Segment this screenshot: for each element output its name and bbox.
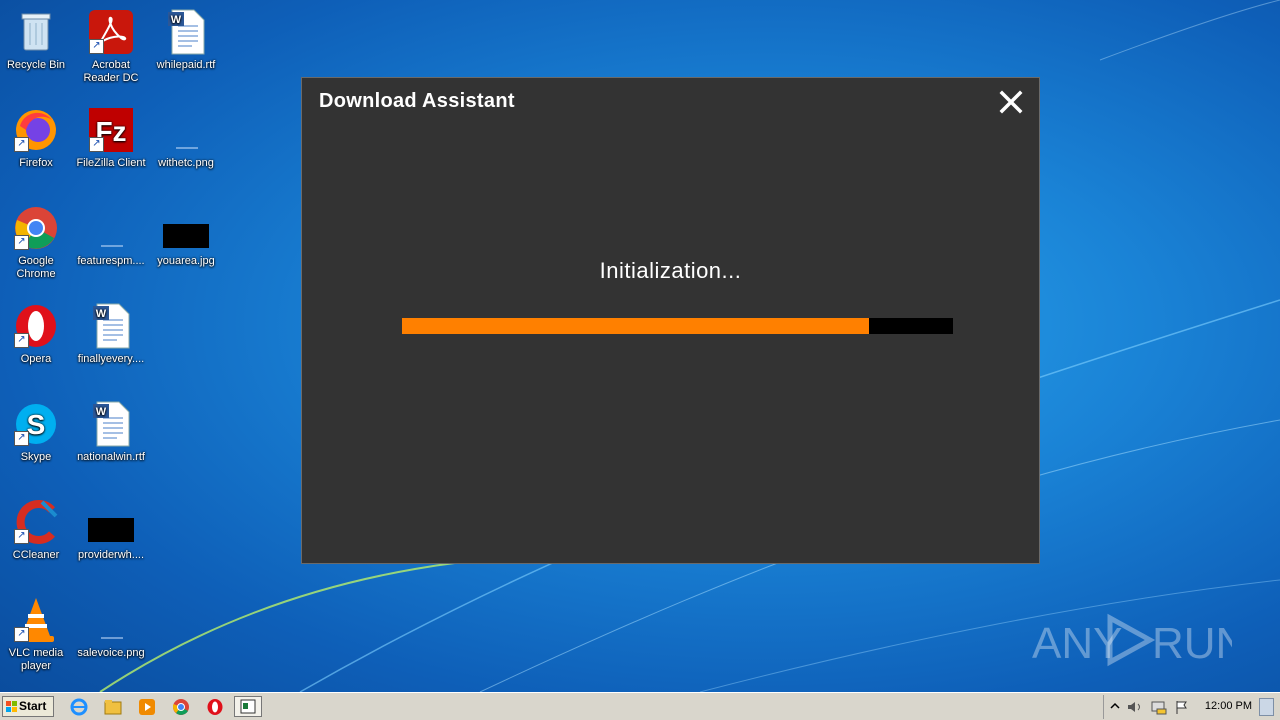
svg-text:W: W — [171, 14, 182, 26]
desktop-icon-salevoice[interactable]: salevoice.png — [76, 596, 146, 660]
image-file-icon — [162, 106, 210, 154]
system-tray: 12:00 PM — [1103, 695, 1280, 719]
media-player-icon[interactable] — [138, 698, 156, 716]
desktop-icon-youarea[interactable]: youarea.jpg — [151, 204, 221, 268]
close-button[interactable] — [999, 90, 1023, 114]
vlc-icon: ↗ — [12, 596, 60, 644]
desktop-icon-withetc[interactable]: withetc.png — [151, 106, 221, 170]
clock[interactable]: 12:00 PM — [1205, 700, 1252, 712]
start-button[interactable]: Start — [2, 696, 54, 717]
show-hidden-icons-icon[interactable] — [1110, 701, 1120, 713]
ccleaner-icon: ↗ — [12, 498, 60, 546]
chrome-taskbar-icon[interactable] — [172, 698, 190, 716]
desktop-icon-recycle-bin[interactable]: Recycle Bin — [1, 8, 71, 72]
desktop-icon-whilepaid[interactable]: W whilepaid.rtf — [151, 8, 221, 72]
progress-bar — [402, 318, 953, 334]
close-icon — [999, 90, 1023, 114]
show-desktop-button[interactable] — [1259, 698, 1274, 716]
taskbar-app-button[interactable] — [234, 696, 262, 717]
progress-fill — [402, 318, 870, 334]
acrobat-icon: ↗ — [87, 8, 135, 56]
desktop-icon-finallyevery[interactable]: W finallyevery.... — [76, 302, 146, 366]
image-file-icon — [87, 498, 135, 546]
word-document-icon: W — [162, 8, 210, 56]
filezilla-icon: Fz ↗ — [87, 106, 135, 154]
desktop-icon-chrome[interactable]: ↗ Google Chrome — [1, 204, 71, 281]
taskbar: Start 12:00 PM — [0, 692, 1280, 720]
svg-text:W: W — [96, 406, 107, 418]
volume-icon[interactable] — [1126, 700, 1144, 714]
opera-taskbar-icon[interactable] — [206, 698, 224, 716]
desktop-icon-opera[interactable]: ↗ Opera — [1, 302, 71, 366]
action-center-flag-icon[interactable] — [1174, 699, 1190, 715]
firefox-icon: ↗ — [12, 106, 60, 154]
desktop-icon-ccleaner[interactable]: ↗ CCleaner — [1, 498, 71, 562]
chrome-icon: ↗ — [12, 204, 60, 252]
dialog-title: Download Assistant — [319, 90, 515, 112]
explorer-icon[interactable] — [104, 698, 122, 716]
desktop-icon-filezilla[interactable]: Fz ↗ FileZilla Client — [76, 106, 146, 170]
skype-icon: S ↗ — [12, 400, 60, 448]
anyrun-watermark: ANY RUN — [1032, 613, 1232, 668]
desktop-icon-skype[interactable]: S ↗ Skype — [1, 400, 71, 464]
word-document-icon: W — [87, 400, 135, 448]
desktop-icon-nationalwin[interactable]: W nationalwin.rtf — [76, 400, 146, 464]
desktop-icon-providerwh[interactable]: providerwh.... — [76, 498, 146, 562]
word-document-icon: W — [87, 302, 135, 350]
image-file-icon — [87, 204, 135, 252]
desktop-icon-firefox[interactable]: ↗ Firefox — [1, 106, 71, 170]
recycle-bin-icon — [12, 8, 60, 56]
status-text: Initialization... — [599, 258, 742, 283]
opera-icon: ↗ — [12, 302, 60, 350]
desktop-icon-featurespm[interactable]: featurespm.... — [76, 204, 146, 268]
watermark-text-right: RUN — [1152, 619, 1232, 668]
desktop-icon-acrobat[interactable]: ↗ Acrobat Reader DC — [76, 8, 146, 85]
desktop-icon-vlc[interactable]: ↗ VLC media player — [1, 596, 71, 673]
svg-text:S: S — [27, 409, 46, 440]
download-assistant-dialog: Download Assistant Initialization... — [301, 77, 1040, 564]
ie-icon[interactable] — [70, 698, 88, 716]
app-window-icon — [240, 699, 256, 714]
svg-text:W: W — [96, 308, 107, 320]
start-label: Start — [19, 699, 47, 713]
image-file-icon — [162, 204, 210, 252]
windows-logo-icon — [6, 701, 17, 712]
image-file-icon — [87, 596, 135, 644]
network-icon[interactable] — [1150, 699, 1168, 715]
